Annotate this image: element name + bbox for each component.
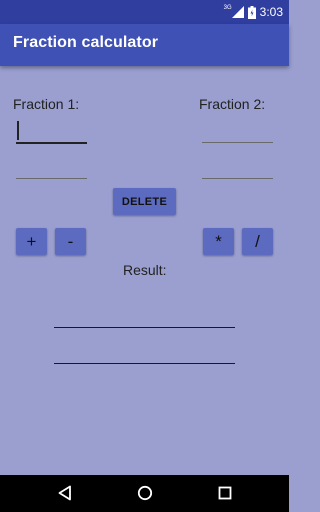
delete-button[interactable]: DELETE bbox=[113, 188, 176, 215]
status-icons: 3G 3:03 bbox=[224, 4, 283, 20]
status-bar: 3G 3:03 bbox=[0, 0, 289, 24]
network-type-label: 3G bbox=[223, 5, 232, 11]
multiply-button[interactable]: * bbox=[203, 228, 234, 255]
status-time: 3:03 bbox=[259, 5, 283, 19]
result-numerator-line bbox=[54, 327, 235, 328]
result-label: Result: bbox=[123, 262, 167, 278]
text-cursor bbox=[17, 121, 19, 140]
fraction1-denominator-input[interactable] bbox=[16, 156, 87, 179]
signal-icon bbox=[231, 6, 244, 18]
app-bar: Fraction calculator bbox=[0, 24, 289, 66]
fraction2-numerator-input[interactable] bbox=[202, 120, 273, 143]
subtract-button[interactable]: - bbox=[55, 228, 86, 255]
result-denominator-line bbox=[54, 363, 235, 364]
fraction1-label: Fraction 1: bbox=[13, 96, 80, 112]
divide-button[interactable]: / bbox=[242, 228, 273, 255]
app-title: Fraction calculator bbox=[13, 34, 159, 51]
home-icon[interactable] bbox=[137, 485, 153, 501]
battery-icon bbox=[247, 5, 256, 19]
recents-icon[interactable] bbox=[218, 485, 232, 501]
back-icon[interactable] bbox=[58, 485, 72, 501]
add-button[interactable]: + bbox=[16, 228, 47, 255]
fraction2-label: Fraction 2: bbox=[199, 96, 266, 112]
fraction2-denominator-input[interactable] bbox=[202, 156, 273, 179]
fraction1-numerator-input[interactable] bbox=[16, 120, 87, 144]
navigation-bar bbox=[0, 475, 289, 512]
